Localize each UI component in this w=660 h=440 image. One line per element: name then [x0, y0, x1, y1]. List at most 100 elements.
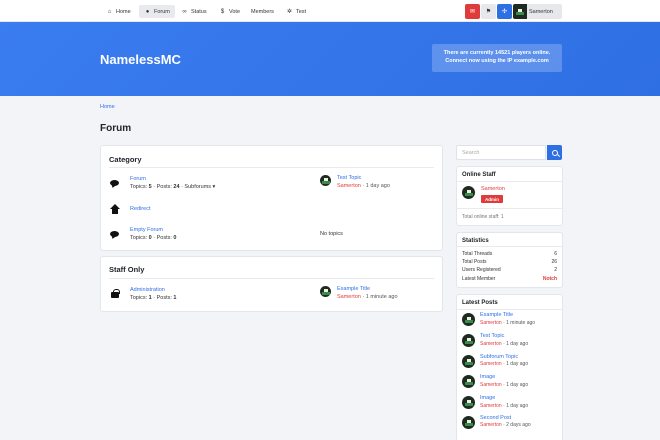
home-icon	[110, 204, 120, 214]
page-title: Forum	[100, 123, 132, 134]
latest-topic-user[interactable]: Samerton	[337, 294, 361, 300]
latest-topic-meta: Samerton · 1 minute ago	[337, 294, 398, 300]
forum-link-administration[interactable]: Administration	[130, 287, 165, 293]
nav-members-label: Members	[251, 8, 274, 15]
no-topics-label: No topics	[320, 231, 343, 237]
category-title: Staff Only	[109, 265, 145, 274]
forum-link-forum[interactable]: Forum	[130, 176, 146, 182]
nav-home[interactable]: ⌂ Home	[101, 5, 136, 18]
latest-member-link[interactable]: Notch	[543, 276, 557, 282]
latest-post-link[interactable]: Subforum Topic	[480, 354, 518, 360]
topics-label: Topics:	[130, 184, 149, 190]
latest-post-link[interactable]: Second Post	[480, 415, 511, 421]
latest-topic-user[interactable]: Samerton	[337, 183, 361, 189]
staff-username[interactable]: Samerton	[481, 186, 505, 192]
latest-post-time: · 1 day ago	[501, 341, 529, 347]
latest-post-user[interactable]: Samerton	[480, 361, 502, 367]
latest-post-link[interactable]: Example Title	[480, 312, 513, 318]
online-staff-total: Total online staff: 1	[462, 214, 504, 220]
latest-post-link[interactable]: Image	[480, 374, 495, 380]
stat-row-threads: Total Threads 6	[462, 251, 557, 259]
avatar[interactable]	[462, 416, 475, 429]
breadcrumb-home[interactable]: Home	[100, 104, 115, 110]
stat-value: 6	[554, 251, 557, 257]
nav-forum[interactable]: ● Forum	[139, 5, 175, 18]
divider	[109, 167, 434, 168]
latest-post-user[interactable]: Samerton	[480, 422, 502, 428]
nav-status[interactable]: ∞ Status	[176, 5, 212, 18]
nav-forum-label: Forum	[154, 8, 170, 15]
category-title: Category	[109, 155, 142, 164]
avatar[interactable]	[462, 375, 475, 388]
site-title[interactable]: NamelessMC	[100, 52, 181, 67]
messages-button[interactable]: ✉	[465, 4, 480, 19]
latest-topic-time: · 1 minute ago	[360, 294, 398, 300]
latest-post-user[interactable]: Samerton	[480, 382, 502, 388]
stat-label: Total Posts	[462, 259, 487, 265]
latest-post-time: · 1 day ago	[501, 361, 529, 367]
stat-value: 2	[554, 267, 557, 273]
latest-posts-title: Latest Posts	[462, 300, 498, 306]
latest-post-meta: Samerton · 1 day ago	[480, 382, 528, 388]
forum-link-empty-forum[interactable]: Empty Forum	[130, 227, 163, 233]
nav-vote-label: Vote	[229, 8, 241, 15]
server-status-line1: There are currently 14521 players online…	[443, 50, 551, 56]
latest-post-meta: Samerton · 1 day ago	[480, 361, 528, 367]
stat-row-posts: Total Posts 26	[462, 259, 557, 267]
user-menu-button[interactable]: Samerton	[513, 4, 562, 19]
statistics-title: Statistics	[462, 238, 489, 244]
latest-post-meta: Samerton · 1 day ago	[480, 341, 528, 347]
avatar[interactable]	[462, 355, 475, 368]
subforums-dropdown[interactable]: · Subforums ▾	[180, 184, 215, 190]
search-input[interactable]: Search	[456, 145, 546, 160]
avatar[interactable]	[462, 334, 475, 347]
avatar[interactable]	[320, 286, 331, 297]
avatar[interactable]	[462, 186, 475, 199]
top-navbar: ⌂ Home ● Forum ∞ Status $ Vote Members ✲…	[0, 0, 660, 22]
latest-post-time: · 1 day ago	[501, 403, 529, 409]
tachometer-icon: ✣	[501, 9, 508, 15]
latest-post-time: · 1 minute ago	[501, 320, 536, 326]
divider	[457, 246, 562, 247]
stat-label: Users Registered	[462, 267, 501, 273]
binoculars-icon: ∞	[182, 8, 187, 15]
category-card: Category Forum Topics: 5 · Posts: 24 · S…	[100, 145, 443, 251]
comment-icon	[110, 178, 120, 188]
posts-label: · Posts:	[151, 295, 174, 301]
latest-topic-link[interactable]: Test Topic	[337, 175, 361, 181]
latest-post-link[interactable]: Test Topic	[480, 333, 504, 339]
dollar-icon: $	[220, 8, 225, 15]
latest-post-meta: Samerton · 1 day ago	[480, 403, 528, 409]
envelope-icon: ✉	[469, 9, 476, 15]
online-staff-title: Online Staff	[462, 172, 496, 178]
latest-post-user[interactable]: Samerton	[480, 320, 502, 326]
latest-posts-card: Latest Posts Example Title Samerton · 1 …	[456, 294, 563, 440]
latest-post-link[interactable]: Image	[480, 395, 495, 401]
forum-stats: Topics: 1 · Posts: 1	[130, 295, 176, 301]
latest-post-user[interactable]: Samerton	[480, 341, 502, 347]
latest-topic-link[interactable]: Example Title	[337, 286, 370, 292]
nav-members[interactable]: Members	[246, 5, 279, 18]
latest-post-user[interactable]: Samerton	[480, 403, 502, 409]
forum-stats: Topics: 0 · Posts: 0	[130, 235, 176, 241]
latest-post-time: · 2 days ago	[501, 422, 531, 428]
nav-status-label: Status	[191, 8, 207, 15]
alerts-button[interactable]: ⚑	[481, 4, 496, 19]
latest-post-time: · 1 day ago	[501, 382, 529, 388]
comments-icon: ●	[145, 8, 150, 15]
avatar[interactable]	[462, 313, 475, 326]
cogs-icon: ✲	[286, 9, 293, 15]
nav-vote[interactable]: $ Vote	[214, 5, 245, 18]
avatar[interactable]	[462, 396, 475, 409]
forum-link-redirect[interactable]: Redirect	[130, 206, 150, 212]
search-button[interactable]	[547, 145, 562, 160]
avatar[interactable]	[320, 175, 331, 186]
posts-label: · Posts:	[151, 235, 174, 241]
comment-icon	[110, 229, 120, 239]
panel-button[interactable]: ✣	[497, 4, 512, 19]
nav-test[interactable]: ✲ Test	[281, 5, 311, 18]
flag-icon: ⚑	[485, 9, 492, 15]
divider	[457, 309, 562, 310]
statistics-card: Statistics Total Threads 6 Total Posts 2…	[456, 232, 563, 288]
posts-count: 0	[173, 235, 177, 241]
